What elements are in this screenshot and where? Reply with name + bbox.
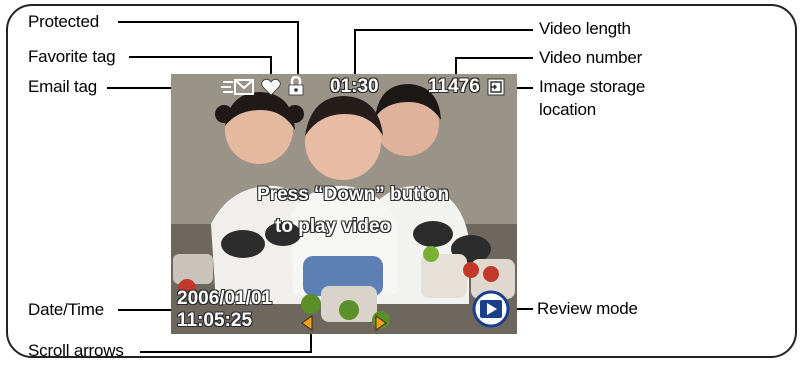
video-length-leader-h [354, 29, 533, 31]
lock-icon [288, 76, 304, 96]
date-time-label: Date/Time [28, 300, 104, 319]
video-length-leader-v [354, 29, 356, 76]
play-icon [472, 290, 510, 328]
favorite-tag-label: Favorite tag [28, 47, 116, 66]
date-time-leader [118, 309, 176, 311]
email-tag-label: Email tag [28, 77, 98, 96]
review-mode-label: Review mode [537, 299, 638, 318]
date-display: 2006/01/01 [177, 288, 273, 309]
video-number-display: 11476 [428, 76, 480, 97]
protected-leader-h [118, 21, 298, 23]
message-line-2: to play video [275, 216, 392, 237]
image-storage-label-line2: location [539, 100, 596, 119]
camera-screen: 01:30 11476 Press “Down” button to play … [171, 74, 517, 334]
scroll-left-arrow-icon[interactable] [299, 314, 315, 332]
time-display: 11:05:25 [177, 310, 253, 331]
scroll-arrows-label: Scroll arrows [28, 341, 124, 360]
scroll-right-arrow-icon[interactable] [373, 314, 389, 332]
scroll-arrows-leader-v [310, 333, 312, 353]
video-number-leader-h [455, 57, 533, 59]
favorite-leader-v [270, 56, 272, 76]
email-icon [221, 79, 254, 95]
image-storage-label-line1: Image storage [539, 77, 646, 96]
message-line-1: Press “Down” button [257, 184, 450, 205]
video-length-display: 01:30 [330, 76, 379, 97]
protected-label: Protected [28, 12, 99, 31]
protected-leader-v [297, 21, 299, 76]
storage-card-icon [487, 78, 505, 96]
heart-icon [261, 78, 281, 96]
favorite-leader-h [129, 56, 272, 58]
scroll-arrows-leader-h [140, 351, 312, 353]
video-length-label: Video length [539, 19, 631, 38]
video-number-label: Video number [539, 48, 643, 67]
